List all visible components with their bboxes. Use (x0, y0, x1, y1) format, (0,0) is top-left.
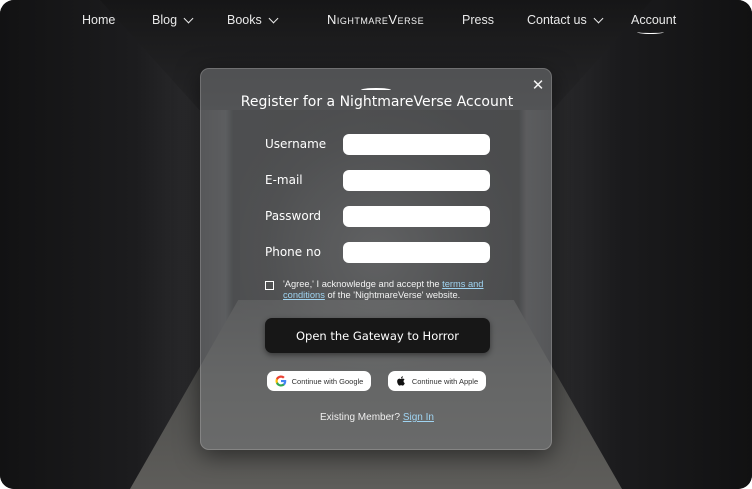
email-input[interactable] (343, 170, 490, 191)
nav-home-label: Home (82, 13, 116, 27)
nav-contact-label: Contact us (527, 13, 587, 27)
google-icon (275, 375, 286, 387)
agree-text: 'Agree,' I acknowledge and accept the te… (283, 279, 498, 301)
google-button-label: Continue with Google (291, 376, 364, 386)
username-label: Username (265, 137, 327, 151)
apple-button[interactable]: Continue with Apple (388, 371, 486, 391)
top-navigation: Home Blog Books NightmareVerse Press Con… (0, 0, 752, 42)
existing-member: Existing Member? Sign In (201, 412, 553, 423)
existing-prefix: Existing Member? (320, 412, 401, 423)
password-input[interactable] (343, 206, 490, 227)
active-nav-indicator (637, 30, 664, 34)
agree-suffix: of the 'NightmareVerse' website. (327, 290, 461, 300)
nav-press-label: Press (462, 13, 494, 27)
phone-input[interactable] (343, 242, 490, 263)
nav-home[interactable]: Home (82, 13, 115, 27)
app-frame: Home Blog Books NightmareVerse Press Con… (0, 0, 752, 489)
apple-button-label: Continue with Apple (411, 376, 479, 386)
email-label: E-mail (265, 173, 303, 187)
apple-icon (397, 376, 405, 386)
chevron-down-icon (268, 13, 279, 23)
nav-contact[interactable]: Contact us (527, 13, 604, 27)
chevron-down-icon (183, 13, 194, 23)
nav-account-label: Account (631, 13, 677, 27)
chevron-down-icon (593, 13, 604, 23)
agree-prefix: 'Agree,' I acknowledge and accept the (283, 279, 440, 289)
nav-blog-label: Blog (152, 13, 178, 27)
brand-logo[interactable]: NightmareVerse (327, 12, 424, 27)
close-icon[interactable]: ✕ (531, 78, 545, 93)
register-modal: ✕ Register for a NightmareVerse Account … (200, 68, 552, 450)
google-button[interactable]: Continue with Google (267, 371, 371, 391)
modal-handle (361, 88, 391, 92)
nav-blog[interactable]: Blog (152, 13, 194, 27)
username-input[interactable] (343, 134, 490, 155)
agree-checkbox[interactable] (265, 281, 274, 290)
password-label: Password (265, 209, 322, 223)
nav-books[interactable]: Books (227, 13, 279, 27)
sign-in-link[interactable]: Sign In (403, 412, 434, 423)
phone-label: Phone no (265, 245, 321, 259)
modal-title: Register for a NightmareVerse Account (240, 94, 514, 110)
nav-press[interactable]: Press (462, 13, 494, 27)
nav-account[interactable]: Account (631, 13, 676, 27)
submit-button[interactable]: Open the Gateway to Horror (265, 318, 490, 353)
nav-books-label: Books (227, 13, 262, 27)
